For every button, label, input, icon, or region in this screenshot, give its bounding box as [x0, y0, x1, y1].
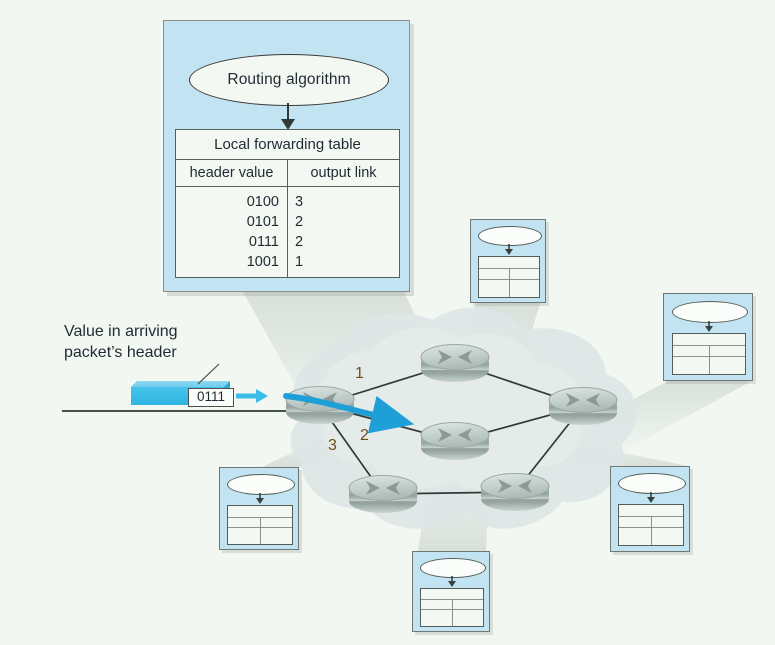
- mini-algorithm-ellipse: [618, 473, 686, 494]
- mini-arrow-icon: [256, 493, 264, 504]
- local-forwarding-table-panel: Routing algorithm Local forwarding table…: [163, 20, 410, 292]
- table-body-row: 0100 0101 0111 1001 3 2 2 1: [175, 186, 400, 278]
- mini-arrow-icon: [505, 244, 513, 255]
- table-title: Local forwarding table: [175, 129, 400, 160]
- mini-panel-bottom-right: [610, 466, 690, 552]
- link-label-2: 2: [360, 427, 369, 444]
- mini-table: [478, 256, 540, 298]
- caption-line-2: packet’s header: [64, 344, 177, 361]
- column-header-output-link: output link: [287, 159, 400, 187]
- packet-direction-arrow: [236, 389, 268, 403]
- router-bottom-left: [348, 475, 418, 513]
- output-link-cells: 3 2 2 1: [287, 186, 400, 278]
- routing-algorithm-label: Routing algorithm: [227, 71, 351, 88]
- mini-panel-bottom-center: [412, 551, 490, 632]
- mini-panel-bottom-left: [219, 467, 299, 550]
- header-value-list: 0100 0101 0111 1001: [246, 194, 279, 270]
- routing-algorithm-node: Routing algorithm: [189, 54, 389, 106]
- mini-arrow-icon: [647, 492, 655, 503]
- mini-table: [227, 505, 293, 545]
- mini-algorithm-ellipse: [478, 226, 542, 246]
- caption-line-1: Value in arriving: [64, 323, 178, 340]
- forwarding-table: Local forwarding table header value outp…: [175, 129, 400, 278]
- mini-panel-top-center: [470, 219, 546, 303]
- mini-algorithm-ellipse: [227, 474, 295, 495]
- mini-panel-top-right: [663, 293, 753, 381]
- link-label-3: 3: [328, 437, 337, 454]
- packet-caption: Value in arriving packet’s header: [64, 321, 264, 363]
- mini-arrow-icon: [705, 321, 713, 332]
- figure-canvas: Routing algorithm Local forwarding table…: [0, 0, 775, 645]
- header-value-cells: 0100 0101 0111 1001: [175, 186, 288, 278]
- router-bottom-right: [480, 473, 550, 511]
- table-header-row: header value output link: [175, 159, 400, 187]
- mini-table: [672, 333, 746, 375]
- mini-algorithm-ellipse: [420, 558, 486, 578]
- router-top: [420, 344, 490, 382]
- output-link-list: 3 2 2 1: [295, 194, 304, 270]
- column-header-header-value: header value: [175, 159, 288, 187]
- mini-table: [618, 504, 684, 546]
- mini-arrow-icon: [448, 576, 456, 587]
- link-label-1: 1: [355, 365, 364, 382]
- mini-algorithm-ellipse: [672, 301, 748, 323]
- table-title-row: Local forwarding table: [175, 129, 400, 160]
- packet-header-value: 0111: [188, 388, 234, 407]
- router-right: [548, 387, 618, 425]
- router-middle: [420, 422, 490, 460]
- mini-table: [420, 588, 484, 627]
